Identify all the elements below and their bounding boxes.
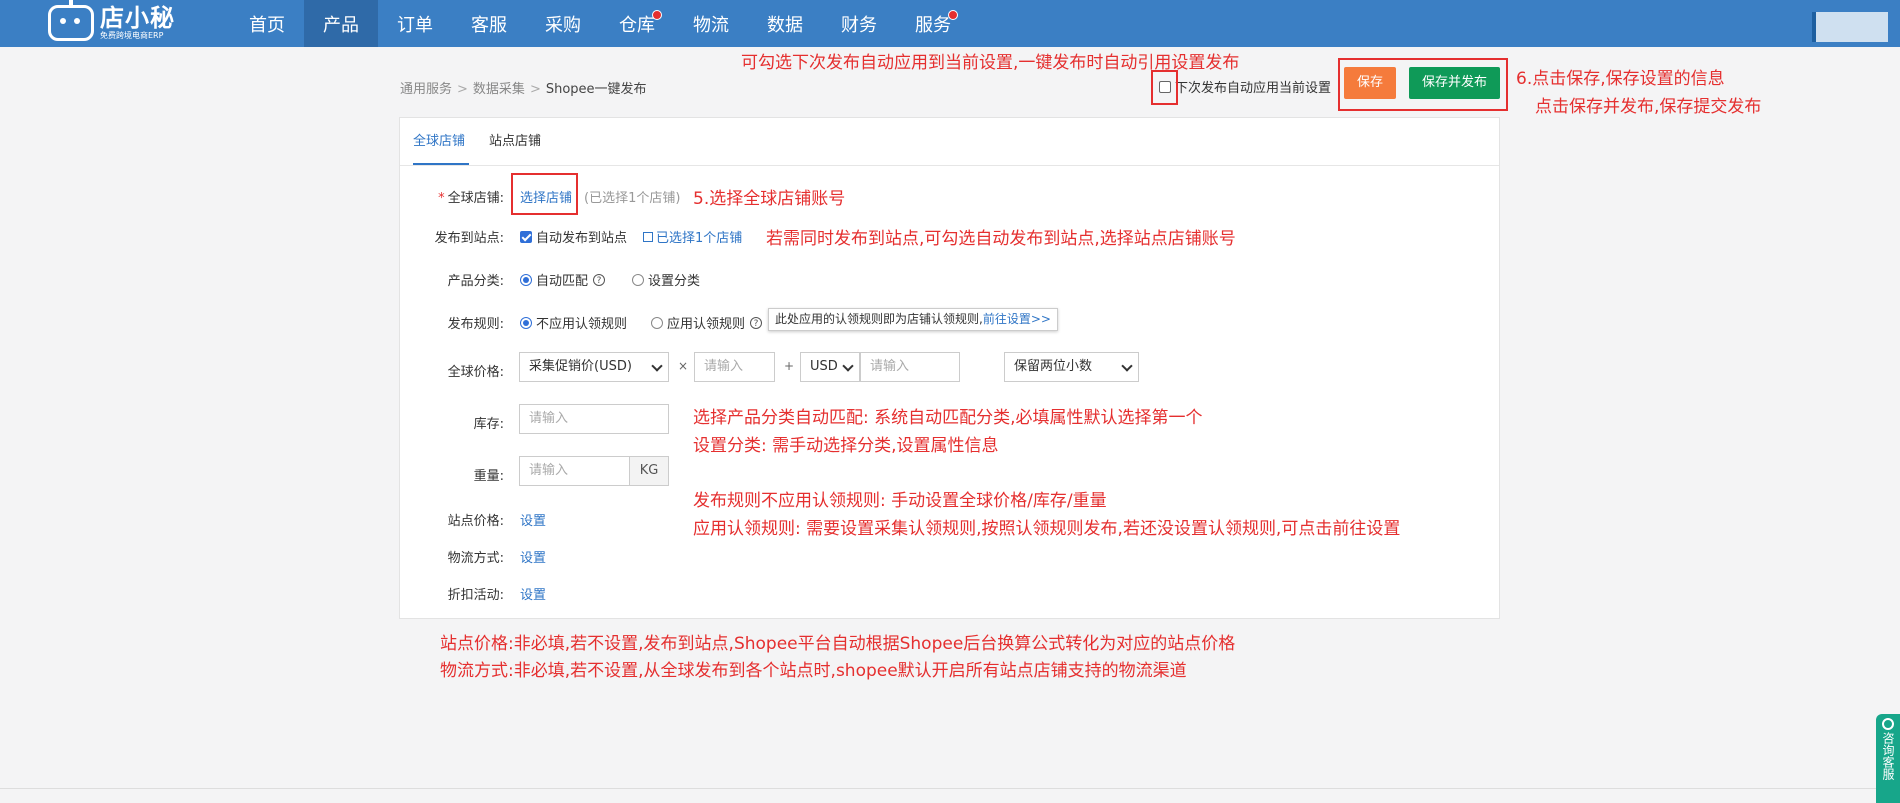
breadcrumb-current: Shopee一键发布 (545, 82, 647, 97)
addend-input[interactable]: 请输入 (860, 352, 960, 382)
nav-item-finance[interactable]: 财务 (822, 0, 896, 47)
help-icon[interactable]: ? (750, 316, 763, 329)
stock-input[interactable]: 请输入 (519, 404, 669, 434)
multiply-sign: × (678, 359, 689, 373)
selected-sites-link[interactable]: 已选择1个店铺 (643, 227, 742, 246)
annotation-publish-site: 若需同时发布到站点,可勾选自动发布到站点,选择站点店铺账号 (766, 229, 1236, 249)
highlight-box-save-buttons (1338, 58, 1508, 111)
user-account-box[interactable] (1812, 12, 1888, 42)
headset-icon (1882, 718, 1894, 730)
auto-publish-option[interactable]: 自动发布到站点 (520, 227, 627, 246)
rule-none-radio[interactable] (520, 316, 532, 329)
store-tabs: 全球店铺 站点店铺 (400, 118, 1499, 166)
chevron-right-icon: > (529, 82, 541, 97)
nav-item-service[interactable]: 客服 (452, 0, 526, 47)
rule-apply-option[interactable]: 应用认领规则 ? (651, 313, 763, 332)
nav-item-logistics[interactable]: 物流 (674, 0, 748, 47)
rounding-select[interactable]: 保留两位小数 (1004, 352, 1139, 382)
robot-logo-icon (48, 0, 94, 41)
annotation-save: 6.点击保存,保存设置的信息 (1516, 69, 1725, 89)
chevron-down-icon (842, 360, 854, 372)
rule-tooltip: 此处应用的认领规则即为店铺认领规则,前往设置>> (768, 308, 1058, 331)
nav-item-data[interactable]: 数据 (748, 0, 822, 47)
auto-apply-label: 下次发布自动应用当前设置 (1175, 81, 1332, 96)
logo[interactable]: 店小秘 免费跨境电商ERP (48, 0, 175, 44)
tab-site-store[interactable]: 站点店铺 (489, 118, 549, 165)
edit-icon (643, 231, 653, 242)
annotation-category-manual: 设置分类: 需手动选择分类,设置属性信息 (693, 436, 999, 456)
site-price-settings-link[interactable]: 设置 (520, 510, 546, 529)
discount-label: 折扣活动: (447, 588, 504, 603)
consult-service-widget[interactable]: 咨询客服 (1876, 714, 1900, 803)
chevron-down-icon (651, 360, 663, 372)
weight-label: 重量: (473, 469, 504, 484)
category-label: 产品分类: (447, 274, 504, 289)
category-manual-option[interactable]: 设置分类 (632, 270, 700, 289)
global-store-label: * 全球店铺: (438, 191, 504, 206)
currency-select[interactable]: USD (800, 352, 860, 382)
selected-store-count: (已选择1个店铺) (584, 191, 681, 206)
nav-item-warehouse[interactable]: 仓库 (600, 0, 674, 47)
bottom-divider (0, 788, 1900, 789)
stock-label: 库存: (473, 417, 504, 432)
annotation-rule-none: 发布规则不应用认领规则: 手动设置全球价格/库存/重量 (693, 491, 1107, 511)
logistics-settings-link[interactable]: 设置 (520, 547, 546, 566)
plus-sign: + (784, 359, 795, 373)
category-auto-option[interactable]: 自动匹配 ? (520, 270, 606, 289)
notification-dot (652, 10, 662, 20)
publish-site-label: 发布到站点: (434, 231, 504, 246)
nav-item-purchase[interactable]: 采购 (526, 0, 600, 47)
publish-rule-label: 发布规则: (447, 317, 504, 332)
site-price-label: 站点价格: (447, 514, 504, 529)
help-icon[interactable]: ? (593, 273, 606, 286)
category-manual-radio[interactable] (632, 273, 644, 286)
top-navbar: 店小秘 免费跨境电商ERP 首页 产品 订单 客服 采购 仓库 物流 数据 财务… (0, 0, 1900, 47)
logistics-label: 物流方式: (447, 551, 504, 566)
highlight-box-checkbox (1151, 70, 1178, 105)
discount-settings-link[interactable]: 设置 (520, 584, 546, 603)
price-base-select[interactable]: 采集促销价(USD) (519, 352, 669, 382)
annotation-site-price: 站点价格:非必填,若不设置,发布到站点,Shopee平台自动根据Shopee后台… (440, 634, 1236, 654)
auto-publish-checkbox[interactable] (520, 230, 532, 243)
notification-dot (948, 10, 958, 20)
rule-none-option[interactable]: 不应用认领规则 (520, 313, 627, 332)
category-auto-radio[interactable] (520, 273, 532, 286)
breadcrumb-item[interactable]: 通用服务 (400, 82, 452, 97)
annotation-logistics: 物流方式:非必填,若不设置,从全球发布到各个站点时,shopee默认开启所有站点… (440, 661, 1187, 681)
annotation-select-store: 5.选择全球店铺账号 (693, 189, 846, 209)
go-settings-link[interactable]: 前往设置>> (983, 312, 1051, 326)
nav-item-order[interactable]: 订单 (378, 0, 452, 47)
main-nav: 首页 产品 订单 客服 采购 仓库 物流 数据 财务 服务 (230, 0, 970, 47)
logo-title: 店小秘 (100, 4, 175, 32)
nav-item-services[interactable]: 服务 (896, 0, 970, 47)
annotation-rule-apply: 应用认领规则: 需要设置采集认领规则,按照认领规则发布,若还没设置认领规则,可点… (693, 519, 1401, 539)
nav-item-home[interactable]: 首页 (230, 0, 304, 47)
multiplier-input[interactable]: 请输入 (694, 352, 775, 382)
tab-global-store[interactable]: 全球店铺 (413, 118, 469, 165)
weight-input[interactable]: 请输入 (519, 456, 630, 486)
global-price-label: 全球价格: (447, 365, 504, 380)
highlight-box-select-store (511, 173, 578, 215)
logo-subtitle: 免费跨境电商ERP (100, 31, 164, 40)
annotation-save-publish: 点击保存并发布,保存提交发布 (1535, 97, 1762, 117)
chevron-right-icon: > (457, 82, 468, 97)
weight-unit: KG (629, 456, 669, 486)
rule-apply-radio[interactable] (651, 316, 663, 329)
auto-apply-option[interactable]: 下次发布自动应用当前设置 (1159, 77, 1331, 96)
breadcrumb: 通用服务 > 数据采集 > Shopee一键发布 (400, 78, 647, 97)
chevron-down-icon (1121, 360, 1133, 372)
annotation-category-auto: 选择产品分类自动匹配: 系统自动匹配分类,必填属性默认选择第一个 (693, 408, 1203, 428)
breadcrumb-item[interactable]: 数据采集 (473, 82, 525, 97)
nav-item-product[interactable]: 产品 (304, 0, 378, 47)
